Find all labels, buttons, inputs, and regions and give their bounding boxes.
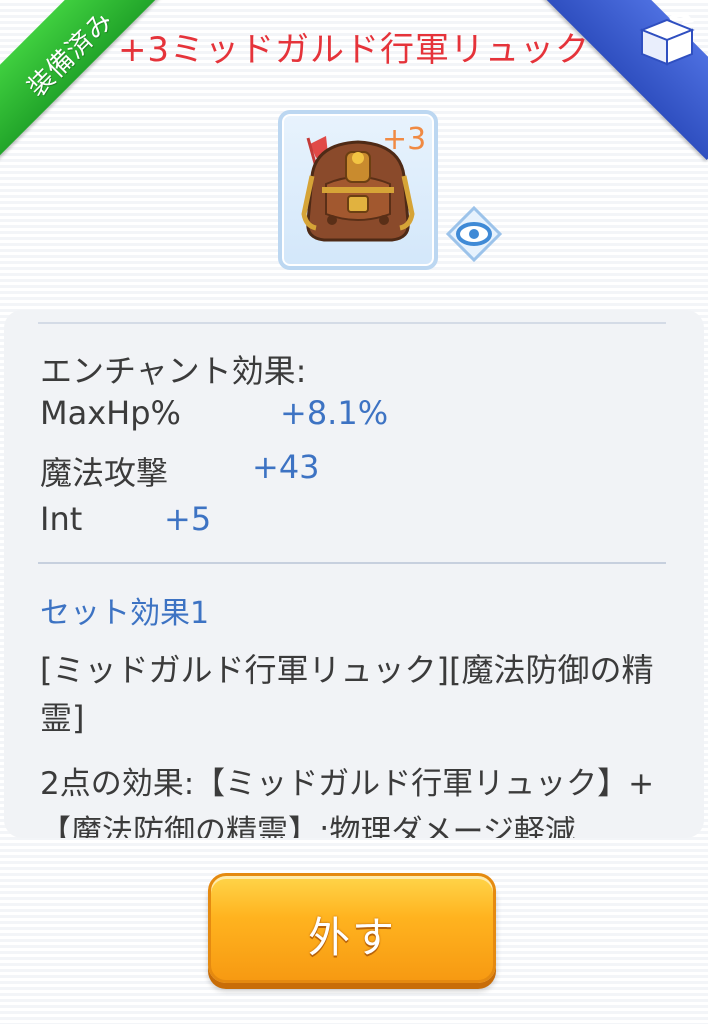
stat-value: +43: [252, 448, 320, 486]
set-pieces-text: [ミッドガルド行軍リュック][魔法防御の精霊]: [40, 651, 654, 737]
enchant-effect-title: エンチャント効果:: [40, 352, 307, 390]
equipment-detail-screen: 装備済み +3ミッドガルド行軍リュック +3 エンチャント効果: MaxHp% …: [0, 0, 708, 1024]
refine-level-label: +3: [382, 122, 427, 157]
stat-value: +8.1%: [280, 394, 389, 432]
stat-name: 魔法攻撃: [40, 454, 169, 492]
item-title: +3ミッドガルド行軍リュック: [117, 30, 591, 70]
set-effect-title: セット効果1: [40, 596, 210, 631]
set-effect-text: 2点の効果:【ミッドガルド行軍リュック】+【魔法防御の精霊】:物理ダメージ軽減: [40, 766, 655, 838]
stat-name: MaxHp%: [40, 394, 181, 432]
remove-button-label: 外す: [307, 913, 396, 962]
section-divider: [38, 562, 666, 564]
remove-button[interactable]: 外す: [208, 873, 496, 983]
stat-value: +5: [164, 500, 212, 538]
item-info-panel[interactable]: エンチャント効果: MaxHp% +8.1% 魔法攻撃 +43 Int +5 セ…: [4, 310, 704, 838]
stat-name: Int: [40, 500, 83, 538]
eye-icon[interactable]: [444, 204, 504, 264]
panel-top-divider: [38, 322, 666, 324]
